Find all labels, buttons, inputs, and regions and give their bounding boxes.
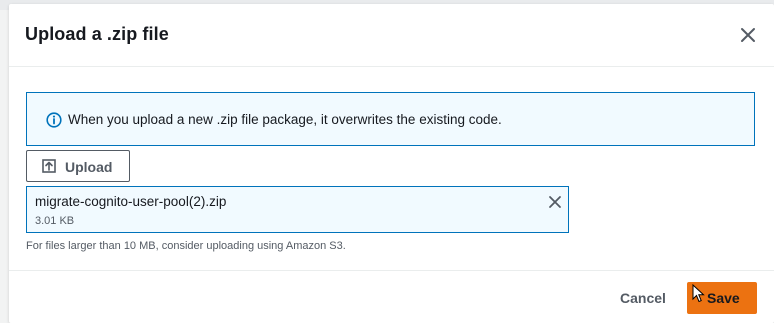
upload-icon [42,159,56,173]
upload-zip-modal: Upload a .zip file When you upload a new… [9,4,774,323]
remove-file-button[interactable] [547,194,563,210]
close-icon [549,196,561,208]
file-name: migrate-cognito-user-pool(2).zip [35,194,227,209]
mouse-pointer-icon [692,284,705,303]
close-modal-button[interactable] [737,24,759,46]
info-circle-icon [46,112,62,128]
selected-file-token: migrate-cognito-user-pool(2).zip 3.01 KB [26,186,569,233]
cancel-button-label: Cancel [620,290,666,306]
info-alert-text: When you upload a new .zip file package,… [68,112,502,127]
footer-divider [9,270,774,271]
modal-header: Upload a .zip file [9,4,774,67]
upload-button-label: Upload [65,159,113,175]
upload-button[interactable]: Upload [26,150,130,182]
modal-title: Upload a .zip file [25,24,169,44]
close-icon [741,28,755,42]
upload-size-hint: For files larger than 10 MB, consider up… [26,240,346,252]
file-size: 3.01 KB [35,215,75,227]
save-button-label: Save [707,290,740,306]
info-alert: When you upload a new .zip file package,… [26,92,755,146]
cancel-button[interactable]: Cancel [609,284,669,312]
